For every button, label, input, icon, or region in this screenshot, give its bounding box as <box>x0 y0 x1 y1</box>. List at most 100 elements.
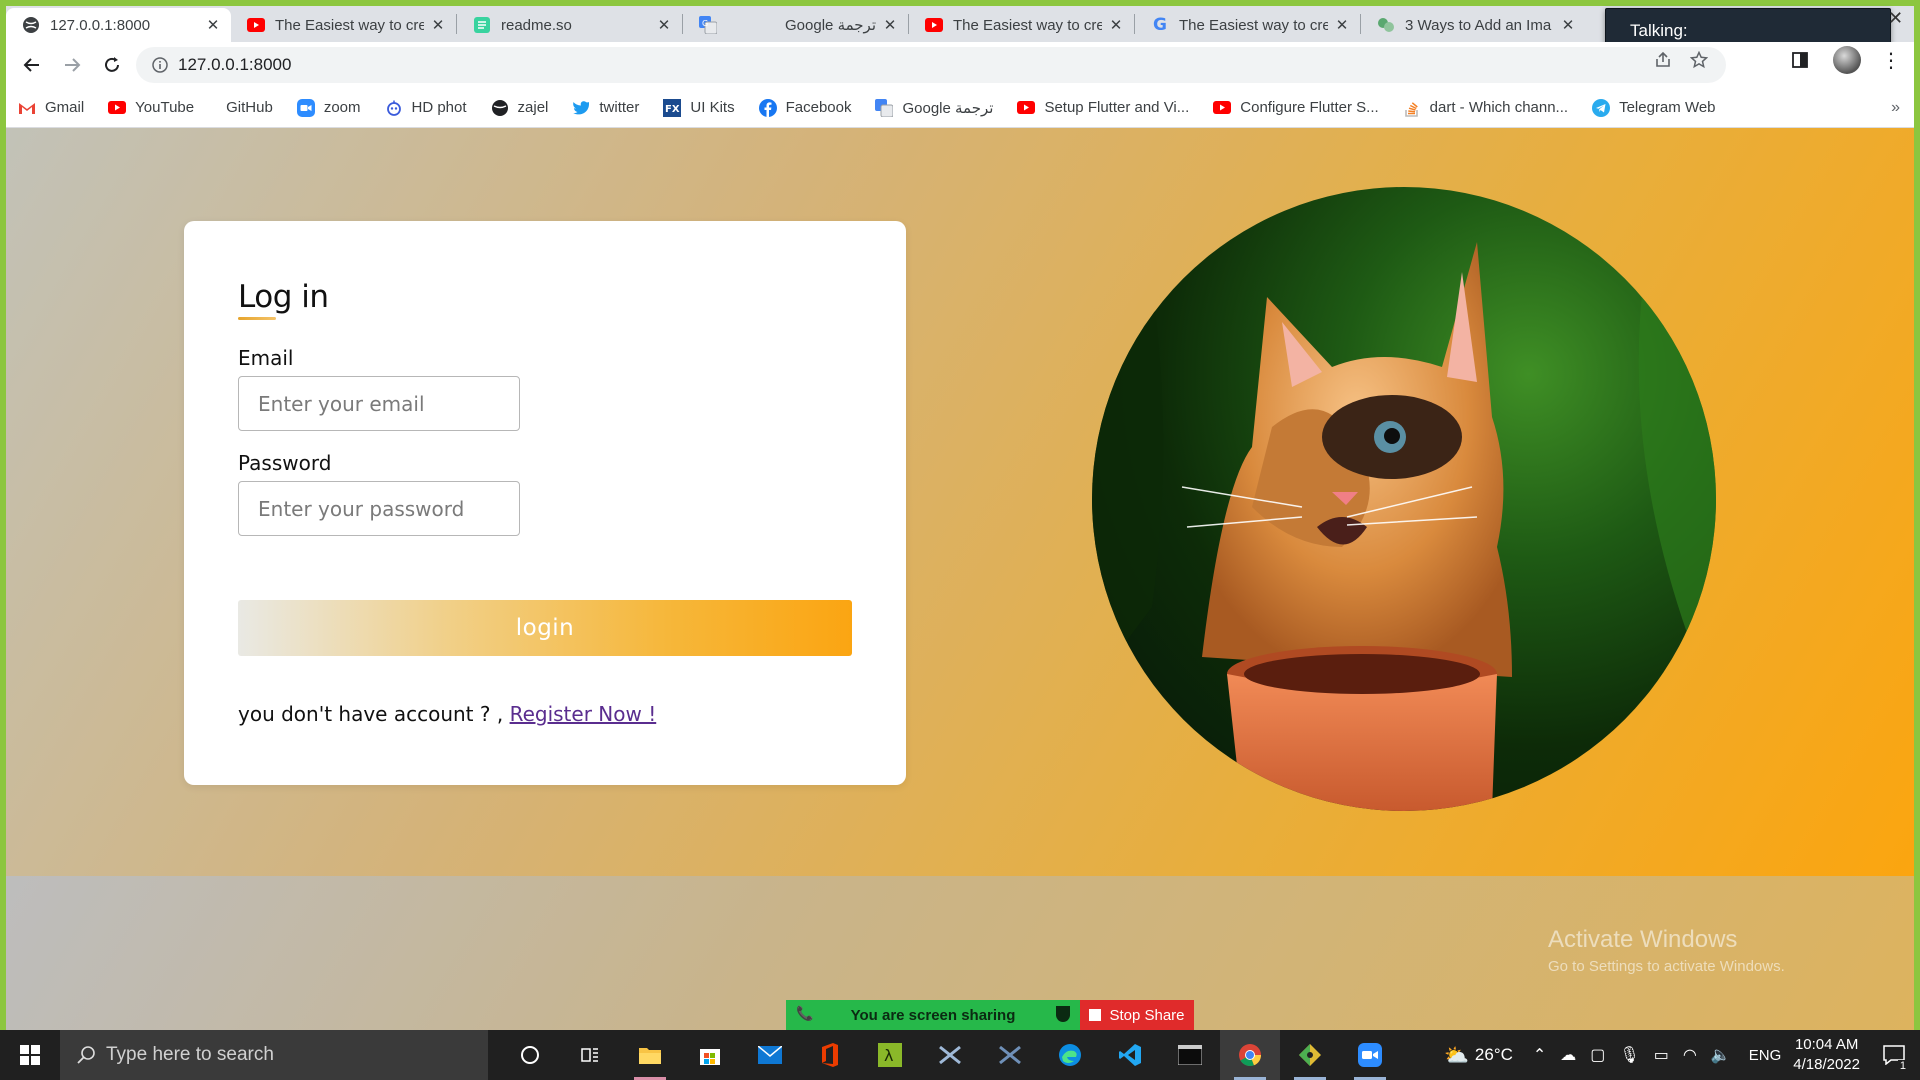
task-view-button[interactable] <box>560 1030 620 1080</box>
taskbar-search[interactable]: Type here to search <box>60 1030 488 1080</box>
stackoverflow-icon <box>1403 99 1421 117</box>
tab-youtube-1[interactable]: The Easiest way to cre ✕ <box>231 8 456 42</box>
tab-readme[interactable]: readme.so ✕ <box>457 8 682 42</box>
bookmark-google-translate[interactable]: Google ترجمة <box>875 98 993 117</box>
mail-button[interactable] <box>740 1030 800 1080</box>
email-label: Email <box>238 346 294 370</box>
close-icon[interactable]: ✕ <box>882 16 898 34</box>
reload-button[interactable] <box>92 45 132 85</box>
onedrive-icon[interactable]: ☁ <box>1560 1045 1576 1065</box>
bookmark-twitter[interactable]: twitter <box>572 99 639 117</box>
forward-button[interactable] <box>52 45 92 85</box>
tab-wikihow[interactable]: 3 Ways to Add an Ima ✕ <box>1361 8 1586 42</box>
menu-icon[interactable]: ⋮ <box>1881 48 1901 73</box>
stop-share-button[interactable]: Stop Share <box>1080 1000 1194 1030</box>
bookmark-youtube[interactable]: YouTube <box>108 99 194 117</box>
zoom-button[interactable] <box>1340 1030 1400 1080</box>
speaker-icon[interactable]: 🔈 <box>1711 1045 1731 1065</box>
clock-time: 10:04 AM <box>1794 1036 1859 1053</box>
robot-icon <box>385 99 403 117</box>
email-field[interactable] <box>238 376 520 431</box>
bookmark-zoom[interactable]: zoom <box>296 98 361 117</box>
bookmark-star-icon[interactable] <box>1690 51 1708 69</box>
window-close-icon[interactable]: ✕ <box>1888 8 1903 29</box>
ssms-2-button[interactable] <box>980 1030 1040 1080</box>
diamond-app-icon <box>1299 1044 1321 1066</box>
weather-icon[interactable]: ⛅ <box>1444 1043 1469 1068</box>
bookmark-ui-kits[interactable]: FX UI Kits <box>663 98 735 117</box>
login-title: Log in <box>238 279 329 315</box>
address-bar[interactable]: 127.0.0.1:8000 <box>136 47 1726 83</box>
bookmark-hd-photo[interactable]: HD phot <box>385 99 467 117</box>
address-url: 127.0.0.1:8000 <box>178 55 292 74</box>
ssms-button[interactable] <box>920 1030 980 1080</box>
clock-date: 4/18/2022 <box>1793 1056 1860 1073</box>
tab-localhost[interactable]: 127.0.0.1:8000 ✕ <box>6 8 231 42</box>
file-explorer-button[interactable] <box>620 1030 680 1080</box>
weather-temp[interactable]: 26°C <box>1475 1045 1513 1065</box>
microphone-icon[interactable]: 🎙 <box>1619 1045 1639 1065</box>
bookmark-label: Setup Flutter and Vi... <box>1044 99 1190 116</box>
svg-text:FX: FX <box>665 104 680 115</box>
notifications-button[interactable]: 1 <box>1874 1030 1914 1080</box>
device-icon[interactable]: ▢ <box>1590 1045 1605 1065</box>
clock[interactable]: 10:04 AM 4/18/2022 <box>1793 1035 1860 1075</box>
chevron-up-icon[interactable]: ⌃ <box>1533 1045 1546 1065</box>
bookmark-setup-flutter[interactable]: Setup Flutter and Vi... <box>1017 99 1189 117</box>
gmail-icon <box>18 99 36 117</box>
back-button[interactable] <box>12 45 52 85</box>
bookmark-zajel[interactable]: zajel <box>491 99 548 117</box>
tab-title: The Easiest way to cre <box>1179 16 1328 34</box>
share-icon[interactable] <box>1654 51 1672 69</box>
start-button[interactable] <box>0 1030 60 1080</box>
bookmark-dart-channel[interactable]: dart - Which chann... <box>1403 99 1568 117</box>
twitter-icon <box>572 99 590 117</box>
register-link[interactable]: Register Now ! <box>510 702 657 726</box>
edge-icon <box>1059 1044 1081 1066</box>
login-button[interactable]: login <box>238 600 852 656</box>
wikihow-icon <box>1377 16 1395 34</box>
youtube-icon <box>925 16 943 34</box>
close-icon[interactable]: ✕ <box>1108 16 1124 34</box>
google-translate-icon: G <box>699 16 717 34</box>
tab-google-translate[interactable]: G Google ترجمة ✕ <box>683 8 908 42</box>
chevron-right-icon[interactable]: » <box>1891 99 1900 117</box>
google-icon: G <box>1153 15 1167 35</box>
sharing-status[interactable]: 📞 You are screen sharing <box>786 1000 1080 1030</box>
tab-google[interactable]: G The Easiest way to cre ✕ <box>1135 8 1360 42</box>
side-panel-icon[interactable] <box>1791 51 1809 69</box>
shield-icon <box>1056 1006 1070 1022</box>
bookmark-telegram[interactable]: Telegram Web <box>1592 98 1716 117</box>
git-kraken-button[interactable] <box>1280 1030 1340 1080</box>
bookmark-github[interactable]: GitHub <box>226 99 273 116</box>
battery-icon[interactable]: ▭ <box>1654 1045 1669 1065</box>
vscode-button[interactable] <box>1100 1030 1160 1080</box>
terminal-button[interactable] <box>1160 1030 1220 1080</box>
bookmark-configure-flutter[interactable]: Configure Flutter S... <box>1213 99 1379 117</box>
bookmark-facebook[interactable]: Facebook <box>758 98 851 117</box>
chrome-button[interactable] <box>1220 1030 1280 1080</box>
office-button[interactable] <box>800 1030 860 1080</box>
password-field[interactable] <box>238 481 520 536</box>
bookmark-gmail[interactable]: Gmail <box>18 99 84 117</box>
wifi-icon[interactable]: ◠ <box>1683 1045 1697 1065</box>
close-icon[interactable]: ✕ <box>430 16 446 34</box>
cortana-button[interactable] <box>500 1030 560 1080</box>
lambda-app-button[interactable]: λ <box>860 1030 920 1080</box>
tab-youtube-2[interactable]: The Easiest way to cre ✕ <box>909 8 1134 42</box>
avatar[interactable] <box>1833 46 1861 74</box>
terminal-icon <box>1178 1045 1202 1065</box>
google-translate-icon <box>875 98 894 117</box>
close-icon[interactable]: ✕ <box>1334 16 1350 34</box>
watermark-title: Activate Windows <box>1548 926 1738 953</box>
arrow-left-icon <box>23 58 39 72</box>
close-icon[interactable]: ✕ <box>656 16 672 34</box>
task-view-icon <box>581 1048 598 1062</box>
screen-share-bar: 📞 You are screen sharing Stop Share <box>786 1000 1194 1030</box>
close-icon[interactable]: ✕ <box>205 16 221 34</box>
store-button[interactable] <box>680 1030 740 1080</box>
edge-button[interactable] <box>1040 1030 1100 1080</box>
store-icon <box>700 1049 720 1065</box>
close-icon[interactable]: ✕ <box>1560 16 1576 34</box>
language-indicator[interactable]: ENG <box>1749 1047 1782 1064</box>
